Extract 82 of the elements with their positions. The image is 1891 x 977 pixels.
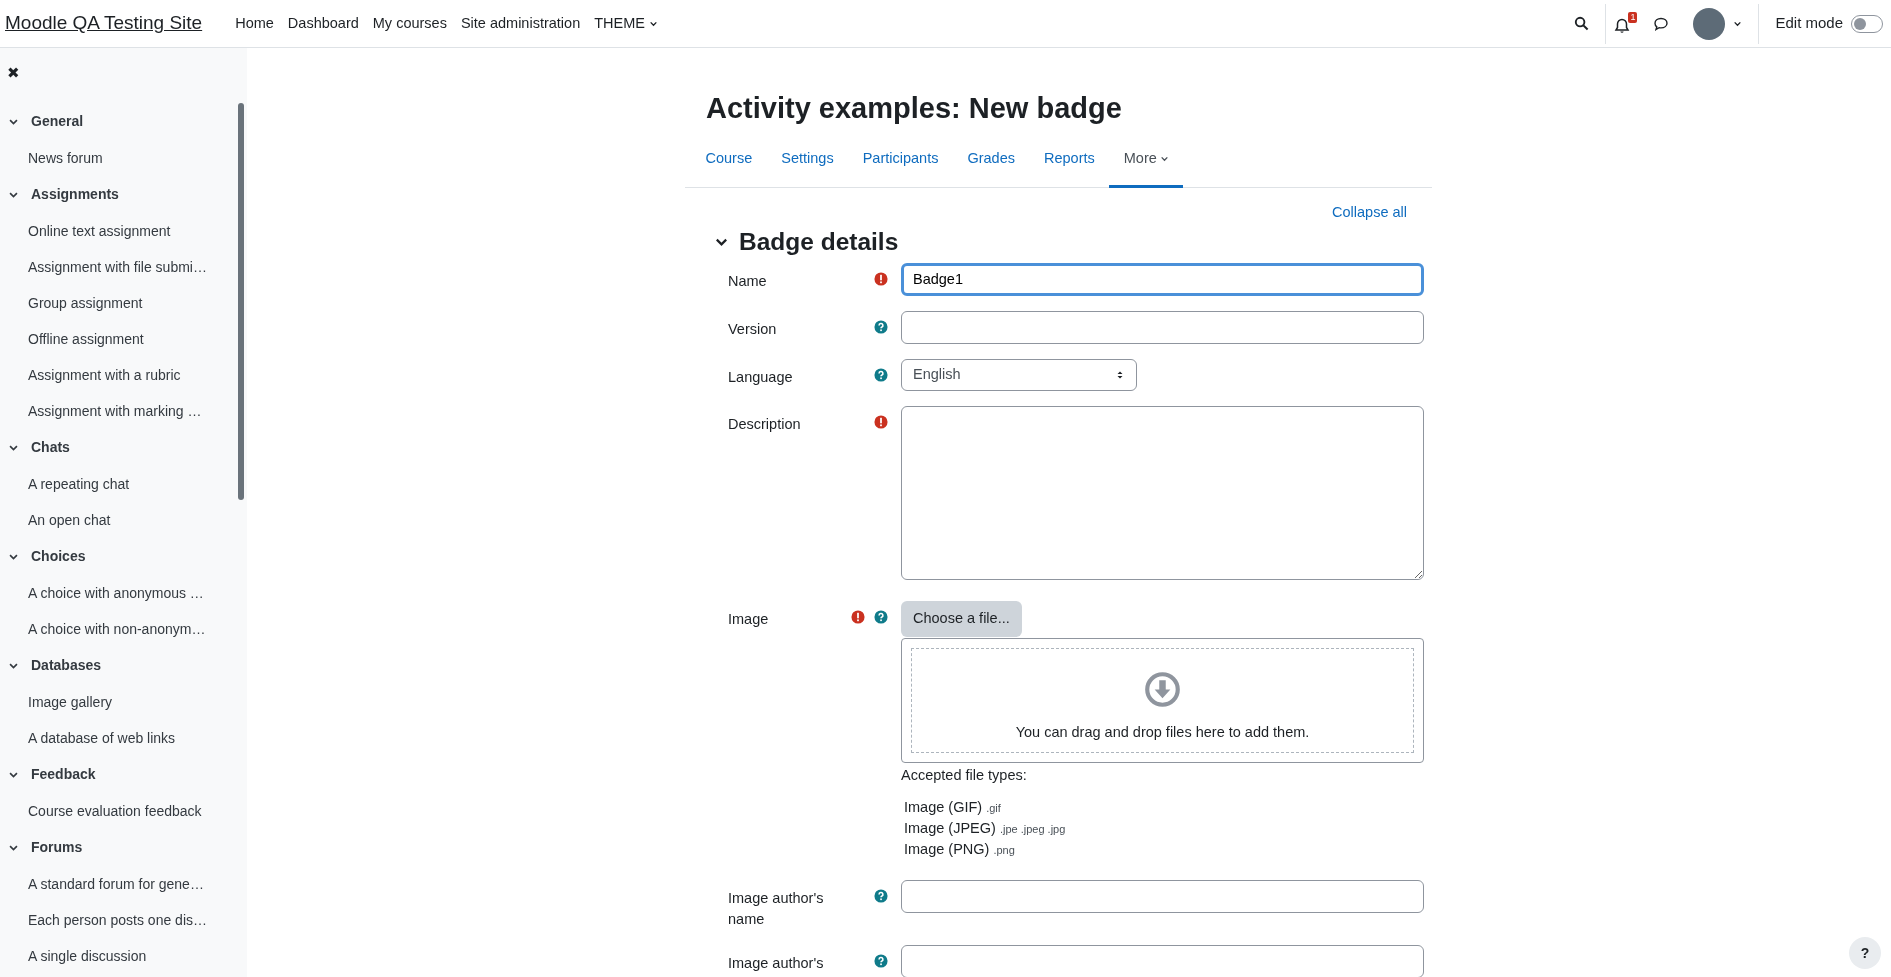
description-field[interactable] (901, 405, 1424, 580)
tab[interactable]: More (1109, 135, 1184, 188)
sidebar-section[interactable]: Choices (0, 537, 230, 575)
sidebar-section[interactable]: Forums (0, 828, 230, 866)
field-label: Image author's (728, 953, 825, 973)
help-icon (874, 610, 888, 625)
close-button[interactable]: ✖ (7, 65, 20, 80)
section-title: Badge details (739, 227, 899, 257)
caret-icon (1733, 19, 1743, 28)
tab[interactable]: Course (691, 135, 767, 188)
file-type: Image (GIF) .gif (904, 797, 1002, 817)
field-label: Description (728, 414, 802, 434)
site-name[interactable]: Moodle QA Testing Site (5, 9, 203, 38)
accepted-types-label: Accepted file types: (901, 765, 1028, 785)
sidebar-section[interactable]: Chats (0, 428, 230, 466)
help-icon (874, 953, 888, 968)
messages-button[interactable] (1653, 15, 1670, 32)
sidebar-item[interactable]: Assignment with a rubric (0, 356, 247, 393)
caret-icon (648, 19, 658, 28)
sort-arrows-icon (1115, 369, 1125, 380)
sidebar-item[interactable]: Offline assignment (0, 320, 247, 357)
text-field[interactable] (901, 310, 1424, 344)
search-button[interactable] (1574, 16, 1590, 31)
required-icon (874, 271, 888, 286)
sidebar-item[interactable]: Online text assignment (0, 212, 247, 249)
sidebar-item[interactable]: A choice with anonymous … (0, 574, 247, 611)
drop-hint: You can drag and drop files here to add them. (1015, 723, 1310, 743)
text-field[interactable] (901, 879, 1424, 913)
sidebar-item[interactable]: Course evaluation feedback (0, 792, 247, 829)
nav-link[interactable]: Site administration (453, 12, 588, 35)
choose-file-button[interactable]: Choose a file... (901, 601, 1022, 637)
edit-mode-label: Edit mode (1775, 13, 1843, 34)
nav-link[interactable]: Dashboard (280, 12, 366, 35)
help-icon (874, 888, 888, 903)
nav-link[interactable]: Home (228, 12, 281, 35)
field-label: Image (728, 610, 770, 630)
collapse-all-link[interactable]: Collapse all (1332, 201, 1407, 224)
nav-link[interactable]: My courses (365, 12, 454, 35)
sidebar-item[interactable]: News forum (0, 139, 247, 176)
sidebar-item[interactable]: An open chat (0, 501, 247, 538)
user-menu[interactable] (1693, 7, 1743, 40)
sidebar-section[interactable]: General (0, 102, 230, 140)
required-icon (874, 414, 888, 429)
required-icon (851, 610, 865, 625)
sidebar-item[interactable]: A single discussion (0, 937, 247, 974)
file-drop-area[interactable]: You can drag and drop files here to add them. (901, 637, 1424, 763)
field-label: Version (728, 319, 778, 339)
nav-link[interactable]: THEME (587, 12, 665, 35)
sidebar-item[interactable]: A database of web links (0, 719, 247, 756)
sidebar-section[interactable]: Databases (0, 646, 230, 684)
notification-count: 1 (1628, 11, 1638, 23)
help-button[interactable]: ? (1849, 937, 1881, 969)
help-icon (874, 319, 888, 334)
sidebar-item[interactable]: Assignment with file submi… (0, 248, 247, 285)
scrollbar[interactable] (238, 103, 244, 500)
sidebar-item[interactable]: Assignment with marking … (0, 392, 247, 429)
sidebar-section[interactable]: Feedback (0, 755, 230, 793)
sidebar-item[interactable]: Group assignment (0, 284, 247, 321)
field-label: Name (728, 271, 768, 291)
sidebar-item[interactable]: Each person posts one dis… (0, 901, 247, 938)
notifications-button[interactable]: 1 (1614, 11, 1638, 36)
file-type: Image (JPEG) .jpe .jpeg .jpg (904, 818, 1067, 838)
file-type: Image (PNG) .png (904, 839, 1016, 859)
text-field[interactable]: Badge1 (901, 262, 1424, 296)
tab[interactable]: Reports (1029, 135, 1110, 188)
caret-icon (1159, 154, 1169, 164)
field-label: Image author's name (728, 888, 825, 929)
tab[interactable]: Grades (952, 135, 1030, 188)
page-title: Activity examples: New badge (706, 91, 1123, 126)
avatar-circle (1693, 7, 1726, 40)
language-select[interactable]: English (901, 358, 1137, 391)
sidebar-section[interactable]: Assignments (0, 175, 230, 213)
help-icon (874, 367, 888, 382)
sidebar-item[interactable]: Image gallery (0, 683, 247, 720)
sidebar-item[interactable]: A repeating chat (0, 465, 247, 502)
tab[interactable]: Settings (766, 135, 849, 188)
text-field[interactable] (901, 944, 1424, 977)
edit-mode-toggle[interactable] (1851, 14, 1883, 33)
sidebar-item[interactable]: A standard forum for gene… (0, 865, 247, 902)
tab[interactable]: Participants (848, 135, 953, 188)
field-label: Language (728, 367, 794, 387)
sidebar-item[interactable]: A choice with non-anonym… (0, 610, 247, 647)
